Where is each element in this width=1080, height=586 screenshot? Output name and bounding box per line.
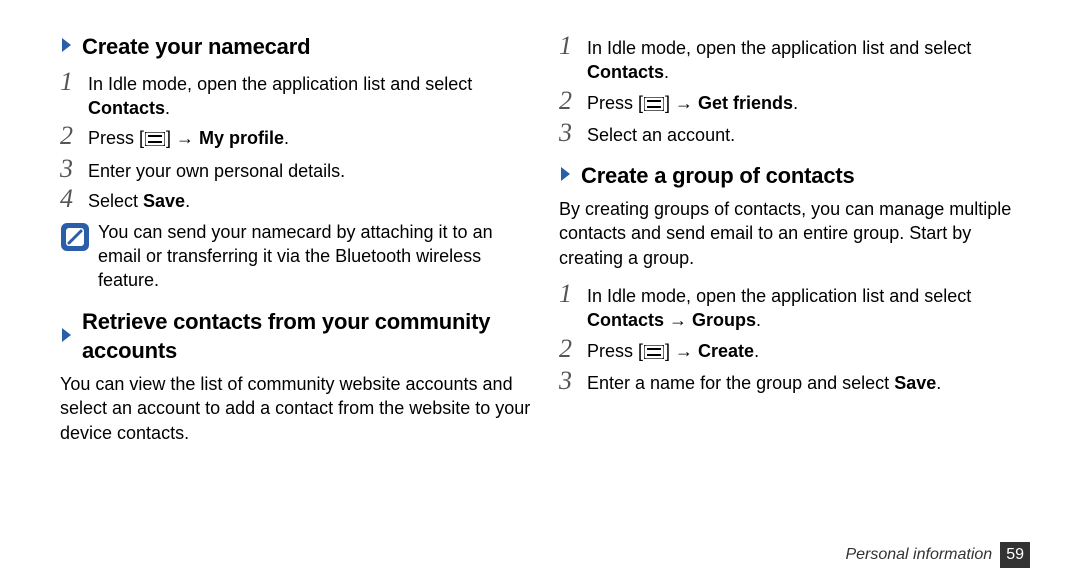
step-item: 2 Press [ ] → Create. (559, 335, 1030, 365)
step-item: 2 Press [ ] → My profile. (60, 122, 531, 152)
step-bold: Contacts (88, 98, 165, 118)
step-number: 3 (559, 119, 587, 148)
step-number: 3 (60, 155, 88, 184)
heading-retrieve-community: Retrieve contacts from your community ac… (60, 307, 531, 366)
step-bold: Contacts (587, 62, 664, 82)
step-number: 1 (60, 68, 88, 97)
note-icon (60, 222, 90, 258)
step-item: 3 Select an account. (559, 119, 1030, 148)
step-bold: Get friends (698, 93, 793, 113)
step-text: Select an account. (587, 125, 735, 145)
chevron-right-icon (60, 322, 74, 352)
info-note: You can send your namecard by attaching … (60, 220, 531, 293)
step-number: 1 (559, 32, 587, 61)
note-text: You can send your namecard by attaching … (98, 220, 531, 293)
step-bold: My profile (199, 128, 284, 148)
step-number: 1 (559, 280, 587, 309)
step-text: ] → (665, 341, 698, 361)
step-text: . (756, 310, 761, 330)
step-item: 3 Enter a name for the group and select … (559, 367, 1030, 396)
step-text: Enter a name for the group and select (587, 373, 894, 393)
paragraph: You can view the list of community websi… (60, 372, 531, 445)
step-body: Press [ ] → Create. (587, 335, 1030, 365)
step-body: Enter a name for the group and select Sa… (587, 367, 1030, 395)
step-body: In Idle mode, open the application list … (587, 32, 1030, 85)
two-column-layout: Create your namecard 1 In Idle mode, ope… (60, 30, 1030, 455)
step-item: 1 In Idle mode, open the application lis… (559, 32, 1030, 85)
step-body: Press [ ] → My profile. (88, 122, 531, 152)
manual-page: Create your namecard 1 In Idle mode, ope… (0, 0, 1080, 586)
menu-icon (644, 341, 664, 365)
step-text: Press [ (587, 93, 643, 113)
step-item: 1 In Idle mode, open the application lis… (60, 68, 531, 121)
step-bold: Save (143, 191, 185, 211)
step-text: . (754, 341, 759, 361)
step-text: . (284, 128, 289, 148)
menu-icon (145, 128, 165, 152)
step-text: . (664, 62, 669, 82)
step-number: 4 (60, 185, 88, 214)
step-text: ] → (166, 128, 199, 148)
step-text: . (936, 373, 941, 393)
heading-text: Create your namecard (82, 32, 310, 62)
step-body: In Idle mode, open the application list … (88, 68, 531, 121)
step-body: Press [ ] → Get friends. (587, 87, 1030, 117)
step-item: 3 Enter your own personal details. (60, 155, 531, 184)
heading-create-group: Create a group of contacts (559, 161, 1030, 191)
heading-create-namecard: Create your namecard (60, 32, 531, 62)
step-text: Press [ (88, 128, 144, 148)
step-text: In Idle mode, open the application list … (88, 74, 472, 94)
step-bold: Save (894, 373, 936, 393)
chevron-right-icon (60, 32, 74, 62)
step-number: 3 (559, 367, 587, 396)
step-body: In Idle mode, open the application list … (587, 280, 1030, 333)
step-item: 4 Select Save. (60, 185, 531, 214)
step-text: . (165, 98, 170, 118)
step-text: In Idle mode, open the application list … (587, 286, 971, 306)
step-item: 2 Press [ ] → Get friends. (559, 87, 1030, 117)
step-body: Select Save. (88, 185, 531, 213)
page-number: 59 (1000, 542, 1030, 568)
step-number: 2 (60, 122, 88, 151)
page-footer: Personal information 59 (845, 542, 1030, 568)
step-text: Select (88, 191, 143, 211)
step-bold: Contacts → Groups (587, 310, 756, 330)
right-column: 1 In Idle mode, open the application lis… (559, 30, 1030, 455)
paragraph: By creating groups of contacts, you can … (559, 197, 1030, 270)
step-text: In Idle mode, open the application list … (587, 38, 971, 58)
step-text: Press [ (587, 341, 643, 361)
step-body: Select an account. (587, 119, 1030, 147)
heading-text: Create a group of contacts (581, 161, 855, 191)
step-text: Enter your own personal details. (88, 161, 345, 181)
menu-icon (644, 93, 664, 117)
step-body: Enter your own personal details. (88, 155, 531, 183)
footer-section-label: Personal information (845, 544, 992, 566)
step-bold: Create (698, 341, 754, 361)
step-number: 2 (559, 87, 587, 116)
step-text: . (185, 191, 190, 211)
step-text: ] → (665, 93, 698, 113)
step-number: 2 (559, 335, 587, 364)
left-column: Create your namecard 1 In Idle mode, ope… (60, 30, 531, 455)
step-item: 1 In Idle mode, open the application lis… (559, 280, 1030, 333)
step-text: . (793, 93, 798, 113)
chevron-right-icon (559, 161, 573, 191)
heading-text: Retrieve contacts from your community ac… (82, 307, 531, 366)
